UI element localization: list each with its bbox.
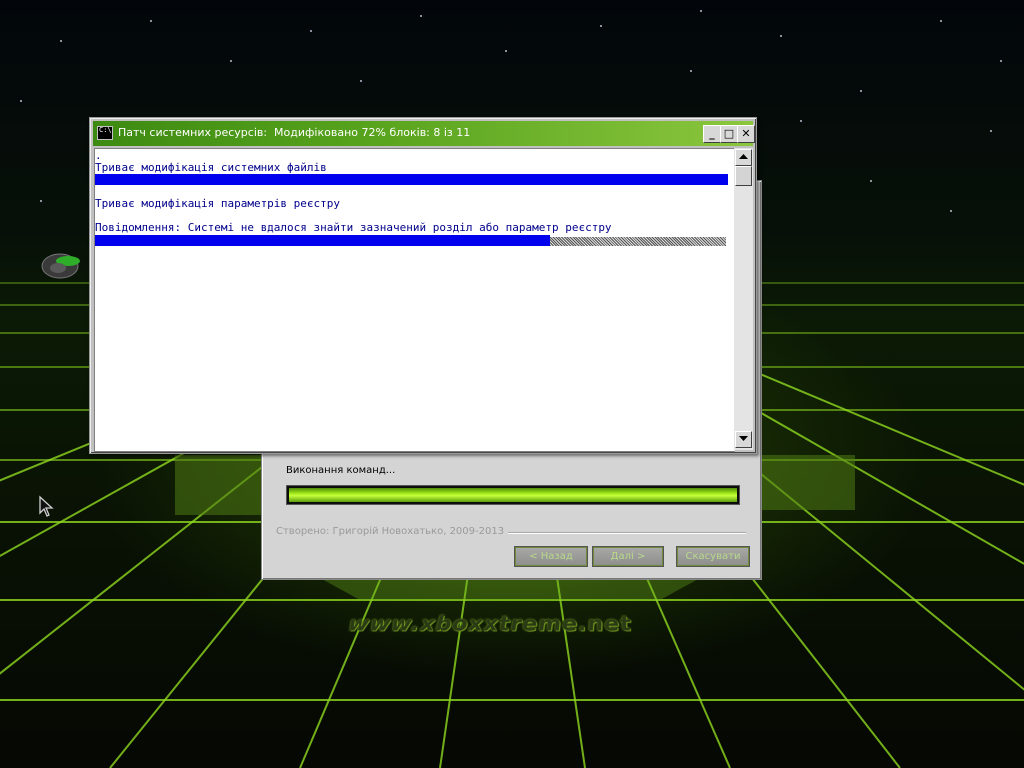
next-button[interactable]: Далі > (592, 546, 664, 567)
scroll-up-icon[interactable] (735, 149, 752, 166)
installer-status-text: Виконання команд... (286, 465, 396, 476)
scroll-down-icon[interactable] (735, 431, 752, 448)
console-line: Триває модифікація системних файлів (95, 161, 327, 174)
mouse-cursor-icon (39, 495, 54, 517)
console-scrollbar[interactable] (734, 148, 753, 450)
maximize-icon[interactable]: □ (720, 125, 738, 143)
console-title: Патч системних ресурсів: Модифіковано 72… (118, 126, 471, 139)
console-icon-glyph: C:\ (99, 126, 112, 134)
installer-progress-fill (289, 488, 737, 502)
installer-progress-bar (286, 485, 740, 505)
minimize-icon[interactable]: _ (703, 125, 721, 143)
scrollbar-thumb[interactable] (735, 166, 752, 186)
desktop-shortcut-icon[interactable] (38, 244, 86, 282)
console-window[interactable]: C:\ Патч системних ресурсів: Модифікован… (89, 117, 757, 454)
watermark-text: www.xboxxtreme.net (345, 613, 635, 637)
console-app-icon[interactable]: C:\ (97, 126, 113, 140)
console-progress-bar (95, 174, 728, 185)
cancel-button[interactable]: Скасувати (676, 546, 750, 567)
console-progress-bar (95, 235, 550, 246)
credits-text: Створено: Григорій Новохатько, 2009-2013 (276, 526, 509, 537)
console-progress-remaining (550, 237, 726, 246)
console-line: Триває модифікація параметрів реєстру (95, 197, 341, 210)
back-button[interactable]: < Назад (514, 546, 588, 567)
console-output[interactable]: . Триває модифікація системних файлів Тр… (94, 148, 735, 452)
console-line: Повідомлення: Системі не вдалося знайти … (95, 221, 612, 234)
console-title-bar[interactable]: C:\ Патч системних ресурсів: Модифікован… (93, 121, 755, 146)
close-icon[interactable]: ✕ (737, 125, 755, 143)
